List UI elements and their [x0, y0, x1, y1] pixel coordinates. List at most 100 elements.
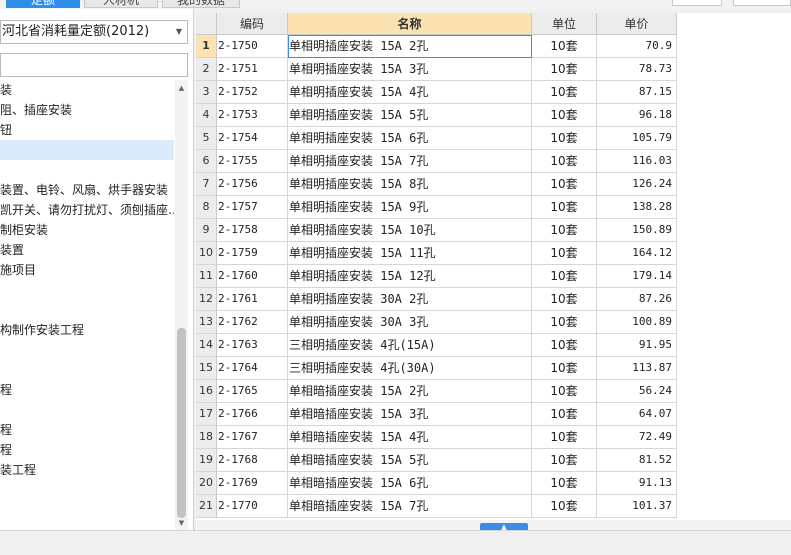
table-row[interactable]: 16 2-1765 单相暗插座安装 15A 2孔 10套 56.24 — [196, 380, 677, 403]
table-row[interactable]: 21 2-1770 单相暗插座安装 15A 7孔 10套 101.37 — [196, 495, 677, 518]
tree-item[interactable]: 装工程 — [0, 460, 174, 480]
cell-name[interactable]: 单相暗插座安装 15A 6孔 — [288, 472, 532, 495]
cell-unit[interactable]: 10套 — [532, 426, 597, 449]
cell-code[interactable]: 2-1765 — [217, 380, 288, 403]
table-row[interactable]: 18 2-1767 单相暗插座安装 15A 4孔 10套 72.49 — [196, 426, 677, 449]
table-row[interactable]: 2 2-1751 单相明插座安装 15A 3孔 10套 78.73 — [196, 58, 677, 81]
cell-price[interactable]: 116.03 — [597, 150, 677, 173]
tree-item[interactable]: 装 — [0, 80, 174, 100]
table-row[interactable]: 19 2-1768 单相暗插座安装 15A 5孔 10套 81.52 — [196, 449, 677, 472]
cell-name[interactable]: 单相暗插座安装 15A 3孔 — [288, 403, 532, 426]
cell-unit[interactable]: 10套 — [532, 311, 597, 334]
cell-code[interactable]: 2-1753 — [217, 104, 288, 127]
cell-unit[interactable]: 10套 — [532, 127, 597, 150]
cell-unit[interactable]: 10套 — [532, 403, 597, 426]
cell-price[interactable]: 164.12 — [597, 242, 677, 265]
cell-price[interactable]: 87.15 — [597, 81, 677, 104]
cell-price[interactable]: 70.9 — [597, 35, 677, 58]
cell-unit[interactable]: 10套 — [532, 173, 597, 196]
tree-item[interactable] — [0, 360, 174, 380]
cell-code[interactable]: 2-1762 — [217, 311, 288, 334]
tree-item[interactable]: 装置、电铃、风扇、烘手器安装 — [0, 180, 174, 200]
cell-name[interactable]: 单相暗插座安装 15A 2孔 — [288, 380, 532, 403]
table-row[interactable]: 10 2-1759 单相明插座安装 15A 11孔 10套 164.12 — [196, 242, 677, 265]
cell-name[interactable]: 三相明插座安装 4孔(30A) — [288, 357, 532, 380]
tree-item[interactable]: 程 — [0, 380, 174, 400]
cell-code[interactable]: 2-1760 — [217, 265, 288, 288]
cell-name[interactable]: 单相明插座安装 15A 7孔 — [288, 150, 532, 173]
tab-labor-material-machine[interactable]: 人材机 — [84, 0, 158, 8]
cell-price[interactable]: 56.24 — [597, 380, 677, 403]
tree-item[interactable] — [0, 140, 174, 160]
cell-unit[interactable]: 10套 — [532, 449, 597, 472]
tree-item[interactable] — [0, 340, 174, 360]
table-row[interactable]: 12 2-1761 单相明插座安装 30A 2孔 10套 87.26 — [196, 288, 677, 311]
cell-name[interactable]: 单相暗插座安装 15A 7孔 — [288, 495, 532, 518]
cell-name[interactable]: 单相暗插座安装 15A 4孔 — [288, 426, 532, 449]
cell-price[interactable]: 126.24 — [597, 173, 677, 196]
cell-unit[interactable]: 10套 — [532, 472, 597, 495]
table-row[interactable]: 14 2-1763 三相明插座安装 4孔(15A) 10套 91.95 — [196, 334, 677, 357]
cell-code[interactable]: 2-1763 — [217, 334, 288, 357]
header-name[interactable]: 名称 — [288, 13, 532, 35]
cell-code[interactable]: 2-1770 — [217, 495, 288, 518]
tree-item[interactable]: 程 — [0, 440, 174, 460]
tree-item[interactable]: 阻、插座安装 — [0, 100, 174, 120]
cell-code[interactable]: 2-1751 — [217, 58, 288, 81]
cell-unit[interactable]: 10套 — [532, 288, 597, 311]
cell-unit[interactable]: 10套 — [532, 104, 597, 127]
table-row[interactable]: 8 2-1757 单相明插座安装 15A 9孔 10套 138.28 — [196, 196, 677, 219]
header-unit[interactable]: 单位 — [532, 13, 597, 35]
cell-unit[interactable]: 10套 — [532, 35, 597, 58]
cell-name[interactable]: 单相明插座安装 15A 4孔 — [288, 81, 532, 104]
cell-unit[interactable]: 10套 — [532, 150, 597, 173]
cell-name[interactable]: 单相明插座安装 30A 3孔 — [288, 311, 532, 334]
cell-price[interactable]: 100.89 — [597, 311, 677, 334]
cell-unit[interactable]: 10套 — [532, 242, 597, 265]
table-row[interactable]: 11 2-1760 单相明插座安装 15A 12孔 10套 179.14 — [196, 265, 677, 288]
cell-unit[interactable]: 10套 — [532, 495, 597, 518]
cell-price[interactable]: 87.26 — [597, 288, 677, 311]
cell-code[interactable]: 2-1768 — [217, 449, 288, 472]
cell-unit[interactable]: 10套 — [532, 58, 597, 81]
tree-item[interactable]: 程 — [0, 420, 174, 440]
table-row[interactable]: 17 2-1766 单相暗插座安装 15A 3孔 10套 64.07 — [196, 403, 677, 426]
cell-name[interactable]: 单相明插座安装 15A 10孔 — [288, 219, 532, 242]
cell-code[interactable]: 2-1750 — [217, 35, 288, 58]
header-code[interactable]: 编码 — [217, 13, 288, 35]
cell-unit[interactable]: 10套 — [532, 357, 597, 380]
cell-code[interactable]: 2-1759 — [217, 242, 288, 265]
cell-code[interactable]: 2-1755 — [217, 150, 288, 173]
cell-unit[interactable]: 10套 — [532, 380, 597, 403]
cell-price[interactable]: 150.89 — [597, 219, 677, 242]
tree-item[interactable]: 施项目 — [0, 260, 174, 280]
table-row[interactable]: 7 2-1756 单相明插座安装 15A 8孔 10套 126.24 — [196, 173, 677, 196]
scroll-thumb[interactable] — [177, 328, 186, 518]
toolbar-button-1[interactable] — [672, 0, 722, 6]
table-row[interactable]: 20 2-1769 单相暗插座安装 15A 6孔 10套 91.13 — [196, 472, 677, 495]
cell-name[interactable]: 单相明插座安装 15A 5孔 — [288, 104, 532, 127]
cell-name[interactable]: 单相明插座安装 15A 12孔 — [288, 265, 532, 288]
cell-code[interactable]: 2-1761 — [217, 288, 288, 311]
tree-item[interactable]: 装置 — [0, 240, 174, 260]
cell-code[interactable]: 2-1757 — [217, 196, 288, 219]
cell-code[interactable]: 2-1764 — [217, 357, 288, 380]
header-price[interactable]: 单价 — [597, 13, 677, 35]
cell-unit[interactable]: 10套 — [532, 196, 597, 219]
cell-code[interactable]: 2-1756 — [217, 173, 288, 196]
cell-unit[interactable]: 10套 — [532, 334, 597, 357]
tree-item[interactable] — [0, 280, 174, 300]
tree-item[interactable] — [0, 400, 174, 420]
cell-price[interactable]: 113.87 — [597, 357, 677, 380]
cell-name[interactable]: 单相明插座安装 15A 8孔 — [288, 173, 532, 196]
tab-quota[interactable]: 定额 — [6, 0, 80, 8]
cell-price[interactable]: 101.37 — [597, 495, 677, 518]
cell-name[interactable]: 单相明插座安装 30A 2孔 — [288, 288, 532, 311]
cell-name[interactable]: 单相明插座安装 15A 11孔 — [288, 242, 532, 265]
table-row[interactable]: 9 2-1758 单相明插座安装 15A 10孔 10套 150.89 — [196, 219, 677, 242]
quota-library-select[interactable]: 河北省消耗量定额(2012) ▼ — [0, 20, 188, 44]
table-row[interactable]: 4 2-1753 单相明插座安装 15A 5孔 10套 96.18 — [196, 104, 677, 127]
cell-price[interactable]: 81.52 — [597, 449, 677, 472]
table-row[interactable]: 13 2-1762 单相明插座安装 30A 3孔 10套 100.89 — [196, 311, 677, 334]
tree-scrollbar[interactable]: ▲ ▼ — [175, 80, 188, 530]
